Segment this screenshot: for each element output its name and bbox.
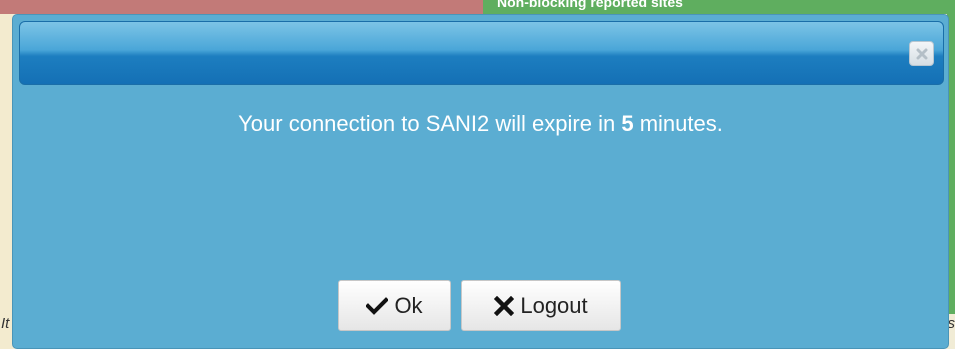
close-icon [916,48,928,60]
expiry-message: Your connection to SANI2 will expire in … [13,110,948,138]
background-top-red-bar [0,0,483,14]
dialog-button-row: Ok Logout [13,280,948,332]
x-icon [494,295,515,316]
checkmark-icon [366,296,389,315]
close-button[interactable] [909,41,934,66]
session-expiry-dialog: Your connection to SANI2 will expire in … [12,14,949,349]
dialog-header [19,21,944,85]
message-suffix: minutes. [633,111,723,136]
message-prefix: Your connection to SANI2 will expire in [238,111,622,136]
background-banner-text: Non-blocking reported sites [497,0,683,10]
ok-button[interactable]: Ok [338,280,451,331]
minutes-value: 5 [621,111,634,136]
background-left-strip [0,0,12,349]
logout-button-label: Logout [520,292,588,318]
background-left-text: It [1,315,10,332]
logout-button[interactable]: Logout [461,280,621,331]
ok-button-label: Ok [394,292,423,318]
